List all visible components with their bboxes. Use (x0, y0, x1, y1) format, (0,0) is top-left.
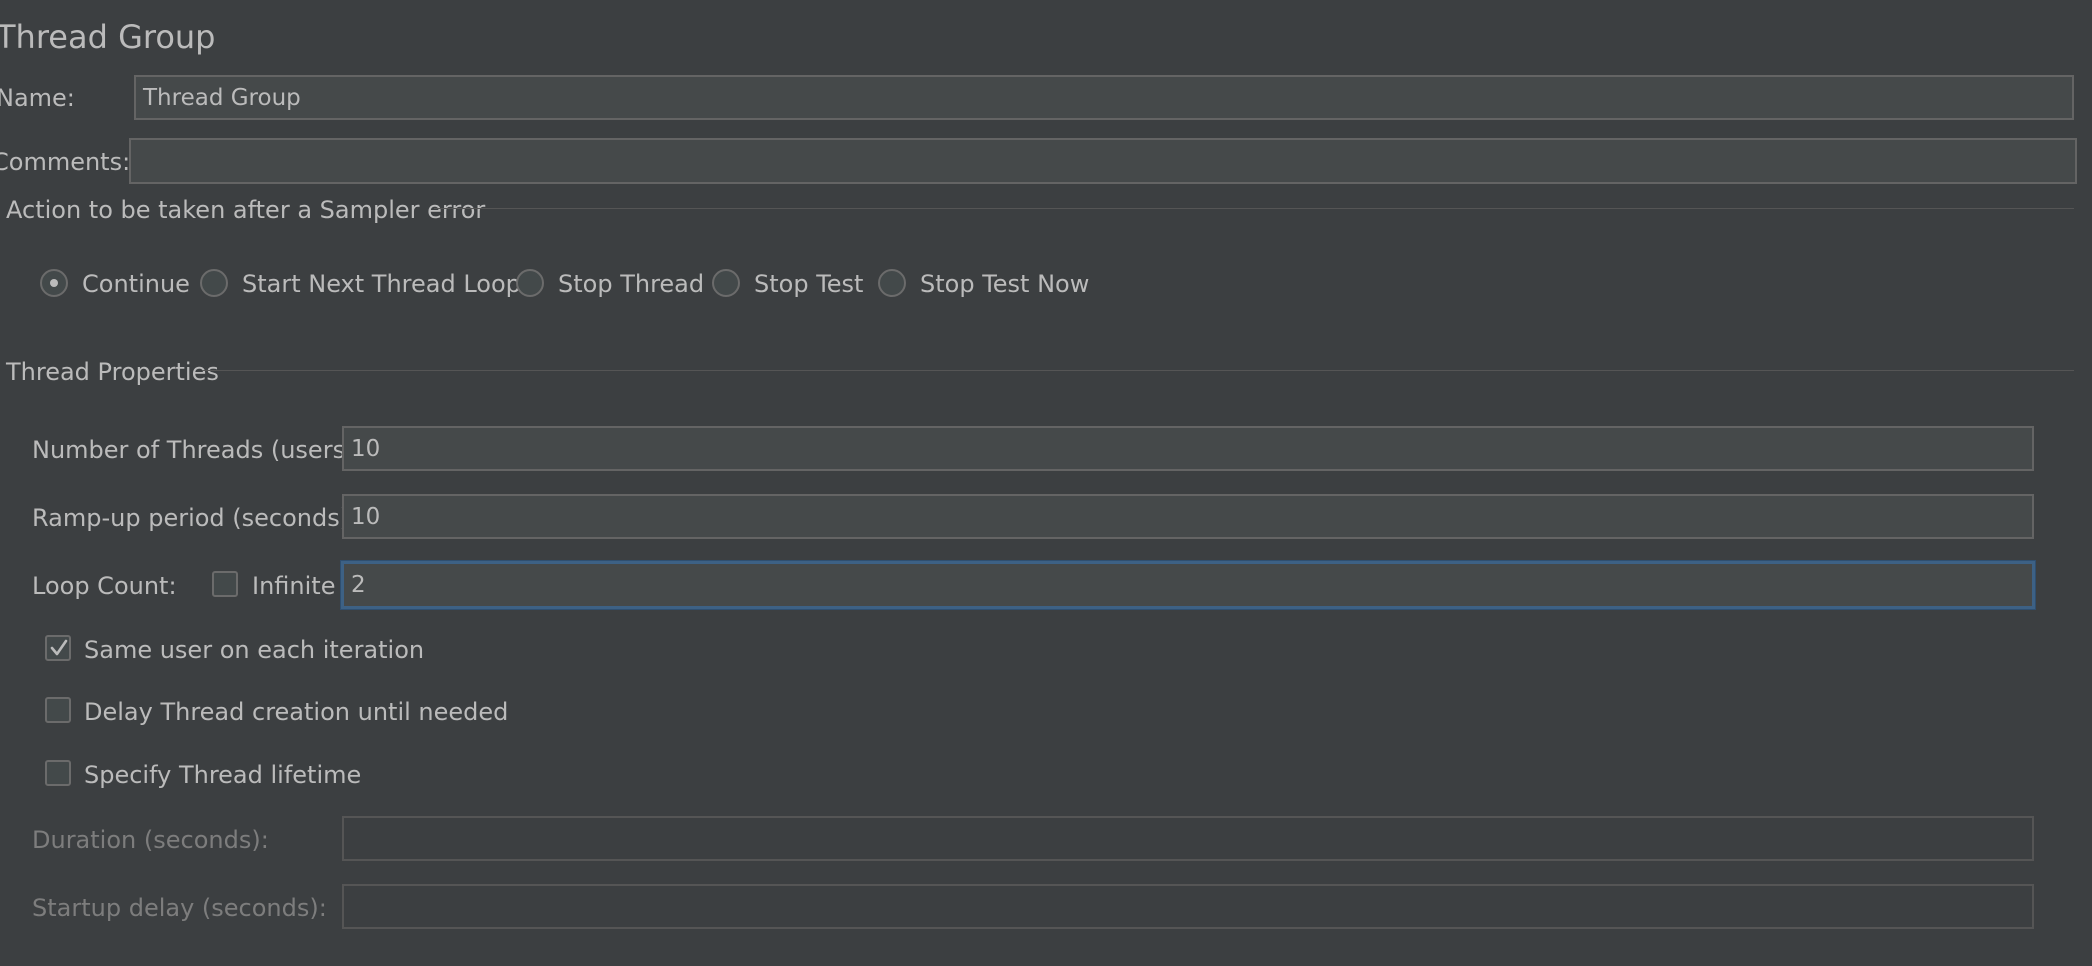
radio-continue[interactable] (40, 269, 68, 297)
ramp-up-label: Ramp-up period (seconds): (32, 504, 358, 532)
num-threads-input[interactable]: 10 (342, 426, 2034, 471)
comments-label: Comments: (0, 148, 131, 176)
infinite-checkbox[interactable] (212, 571, 238, 597)
num-threads-input-value: 10 (351, 435, 381, 462)
radio-stop-thread-label[interactable]: Stop Thread (558, 272, 704, 296)
loop-count-input-value: 2 (351, 572, 366, 598)
duration-label: Duration (seconds): (32, 826, 269, 854)
radio-stop-test[interactable] (712, 269, 740, 297)
sampler-error-legend: Action to be taken after a Sampler error (6, 196, 486, 224)
radio-selected-dot (50, 279, 58, 287)
sampler-error-divider (434, 208, 2074, 209)
thread-group-panel: Thread Group Name: Thread Group Comments… (0, 0, 2092, 966)
comments-input[interactable] (129, 138, 2077, 184)
name-input-value: Thread Group (143, 84, 301, 111)
radio-stop-test-now-label[interactable]: Stop Test Now (920, 272, 1089, 296)
thread-properties-divider (202, 370, 2074, 371)
radio-stop-thread[interactable] (516, 269, 544, 297)
checkmark-icon (50, 639, 68, 656)
name-input[interactable]: Thread Group (134, 75, 2074, 120)
duration-input (342, 816, 2034, 861)
radio-stop-test-now[interactable] (878, 269, 906, 297)
loop-count-label: Loop Count: (32, 572, 177, 600)
startup-delay-label: Startup delay (seconds): (32, 894, 327, 922)
infinite-label[interactable]: Infinite (252, 574, 335, 598)
radio-continue-label[interactable]: Continue (82, 272, 190, 296)
thread-properties-legend: Thread Properties (6, 358, 219, 386)
specify-lifetime-checkbox[interactable] (45, 760, 71, 786)
startup-delay-input (342, 884, 2034, 929)
num-threads-label: Number of Threads (users): (32, 436, 363, 464)
specify-lifetime-label[interactable]: Specify Thread lifetime (84, 763, 361, 787)
same-user-checkbox[interactable] (45, 635, 71, 661)
radio-stop-test-label[interactable]: Stop Test (754, 272, 863, 296)
same-user-label[interactable]: Same user on each iteration (84, 638, 424, 662)
radio-start-next-thread-loop[interactable] (200, 269, 228, 297)
radio-start-next-thread-loop-label[interactable]: Start Next Thread Loop (242, 272, 521, 296)
delay-creation-label[interactable]: Delay Thread creation until needed (84, 700, 508, 724)
delay-creation-checkbox[interactable] (45, 697, 71, 723)
loop-count-input[interactable]: 2 (341, 561, 2035, 609)
name-label: Name: (0, 84, 75, 112)
ramp-up-input[interactable]: 10 (342, 494, 2034, 539)
ramp-up-input-value: 10 (351, 503, 381, 530)
page-title: Thread Group (0, 18, 216, 56)
